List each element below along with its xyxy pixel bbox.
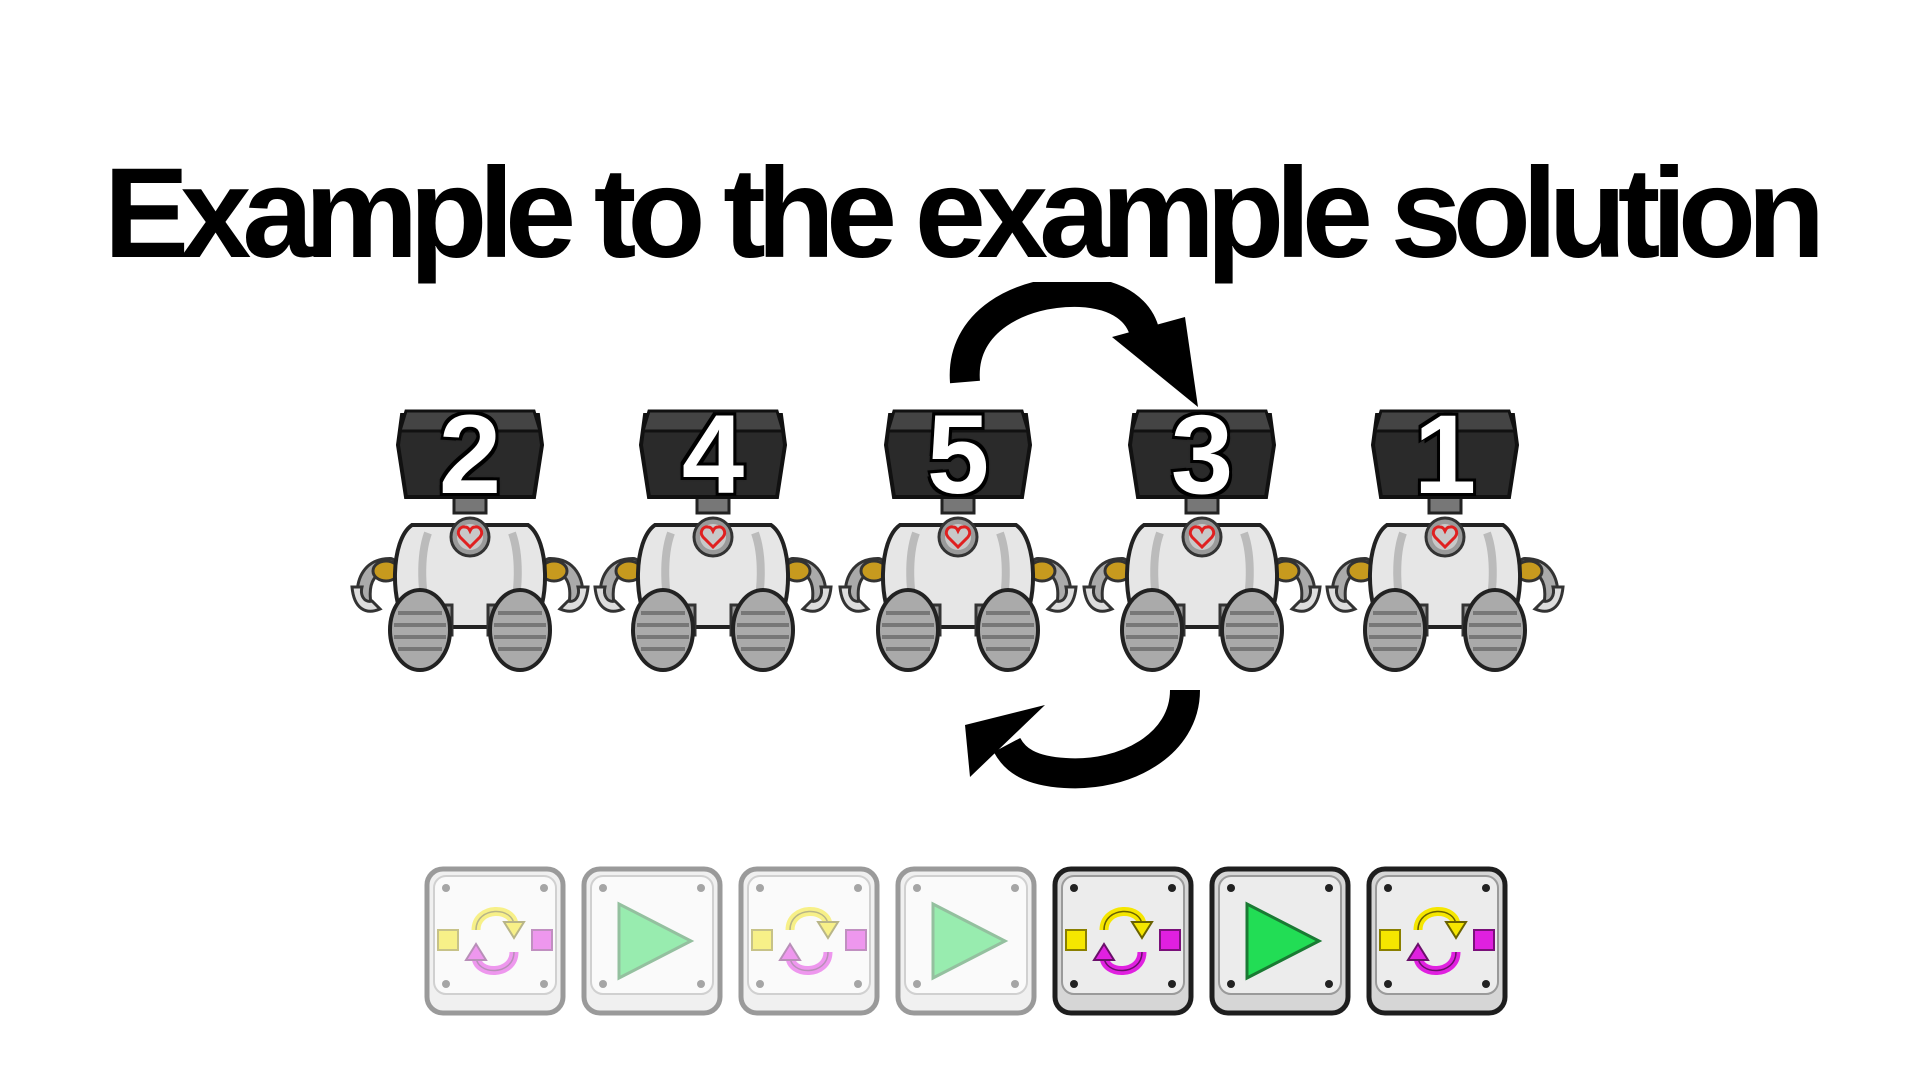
swap-command-tile-faded[interactable] [738, 866, 880, 1016]
robot-2: 2 [350, 399, 590, 675]
swap-arrow-bottom-icon [965, 688, 1200, 789]
play-icon [895, 866, 1037, 1016]
play-command-tile-faded[interactable] [581, 866, 723, 1016]
robot-1: 1 [1325, 399, 1565, 675]
robot-number: 2 [438, 392, 502, 517]
swap-command-tile-active[interactable] [1052, 866, 1194, 1016]
robot-number: 4 [681, 392, 745, 517]
swap-command-tile-faded[interactable] [424, 866, 566, 1016]
play-command-tile-active[interactable] [1209, 866, 1351, 1016]
swap-icon [424, 866, 566, 1016]
robot-number: 1 [1413, 392, 1477, 517]
play-icon [581, 866, 723, 1016]
play-icon [1209, 866, 1351, 1016]
swap-icon [1052, 866, 1194, 1016]
robot-5: 5 [838, 399, 1078, 675]
swap-command-tile-active[interactable] [1366, 866, 1508, 1016]
robot-3: 3 [1082, 399, 1322, 675]
swap-icon [738, 866, 880, 1016]
robot-number: 3 [1170, 392, 1234, 517]
play-command-tile-faded[interactable] [895, 866, 1037, 1016]
robot-4: 4 [593, 399, 833, 675]
page-title: Example to the example solution [103, 142, 1826, 285]
swap-icon [1366, 866, 1508, 1016]
robot-number: 5 [926, 392, 990, 517]
